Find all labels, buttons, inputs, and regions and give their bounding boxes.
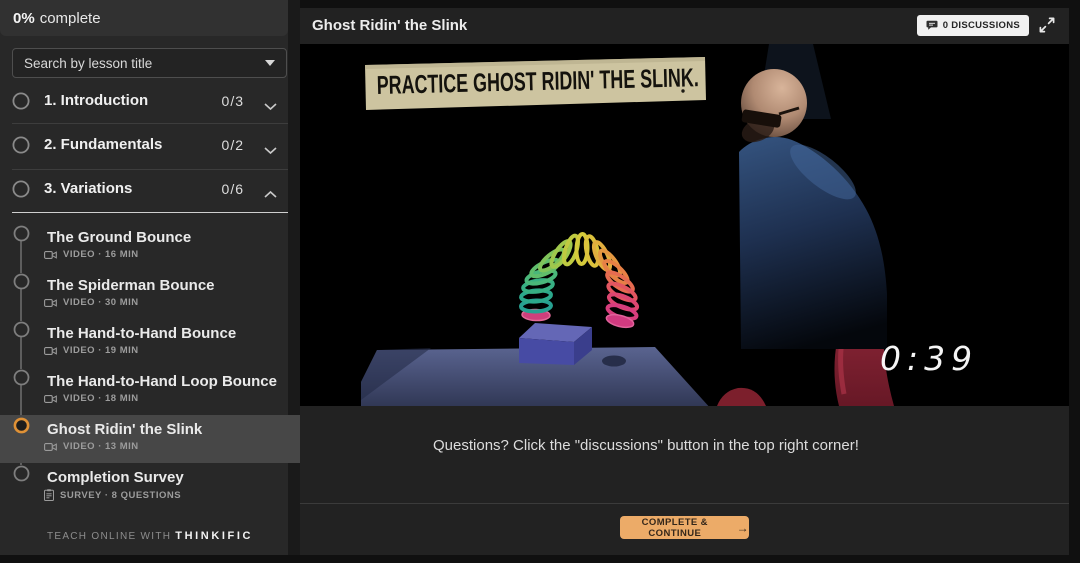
course-player-page: 0% complete Search by lesson title 1. In…	[0, 0, 1080, 563]
video-camera-icon	[44, 298, 57, 308]
section-count: 0/2	[222, 137, 244, 153]
brand-prefix: TEACH ONLINE WITH	[47, 531, 171, 542]
video-camera-icon	[44, 394, 57, 404]
section-label: 1. Introduction	[44, 92, 148, 109]
progress-circle-icon	[12, 180, 30, 203]
lesson-item-hand-to-hand-loop-bounce[interactable]: The Hand-to-Hand Loop Bounce VIDEO · 18 …	[0, 367, 300, 415]
discussions-label: 0 DISCUSSIONS	[943, 20, 1020, 31]
lesson-content-area: Ghost Ridin' the Slink 0 DISCUSSIONS	[300, 8, 1069, 555]
lesson-title: The Ground Bounce	[47, 229, 191, 246]
slinky-shadow	[602, 356, 626, 367]
expand-icon	[1038, 16, 1056, 34]
section-label: 3. Variations	[44, 180, 132, 197]
chevron-down-icon	[263, 142, 278, 160]
lesson-meta: VIDEO · 13 MIN	[44, 441, 139, 452]
section-count: 0/3	[222, 93, 244, 109]
lesson-status-circle	[13, 465, 30, 487]
lesson-item-ghost-ridin-the-slink[interactable]: Ghost Ridin' the Slink VIDEO · 13 MIN	[0, 415, 300, 463]
progress-circle-icon	[12, 92, 30, 115]
lesson-status-circle	[13, 369, 30, 391]
lesson-item-ground-bounce[interactable]: The Ground Bounce VIDEO · 16 MIN	[0, 223, 300, 271]
discussions-button[interactable]: 0 DISCUSSIONS	[917, 15, 1029, 36]
lesson-status-circle	[13, 225, 30, 247]
blue-box	[519, 323, 592, 365]
section-count: 0/6	[222, 181, 244, 197]
lesson-item-spiderman-bounce[interactable]: The Spiderman Bounce VIDEO · 30 MIN	[0, 271, 300, 319]
lesson-item-completion-survey[interactable]: Completion Survey SURVEY · 8 QUESTIONS	[0, 463, 300, 511]
footer-divider	[300, 503, 1069, 504]
lesson-title: The Hand-to-Hand Bounce	[47, 325, 236, 342]
section-fundamentals[interactable]: 2. Fundamentals 0/2	[0, 126, 288, 166]
lesson-title: Ghost Ridin' the Slink	[47, 421, 202, 438]
section-label: 2. Fundamentals	[44, 136, 162, 153]
lesson-meta: VIDEO · 30 MIN	[44, 297, 139, 308]
thinkific-brand-link[interactable]: TEACH ONLINE WITH THINKIFIC	[0, 530, 300, 542]
lesson-status-circle	[13, 321, 30, 343]
thinkific-logo: THINKIFIC	[175, 530, 253, 542]
progress-label: complete	[40, 10, 101, 27]
lesson-status-circle-active	[13, 417, 30, 439]
complete-continue-button[interactable]: COMPLETE & CONTINUE →	[620, 516, 749, 539]
section-introduction[interactable]: 1. Introduction 0/3	[0, 82, 288, 122]
chevron-up-icon	[263, 186, 278, 204]
lesson-title: The Hand-to-Hand Loop Bounce	[47, 373, 277, 390]
chat-bubble-icon	[926, 20, 938, 31]
video-letterbox: PRACTICE GHOST RIDIN' THE SLINK. 0:39	[300, 44, 1069, 406]
video-camera-icon	[44, 442, 57, 452]
chevron-down-icon	[263, 98, 278, 116]
progress-circle-icon	[12, 136, 30, 159]
lesson-meta: SURVEY · 8 QUESTIONS	[44, 489, 181, 501]
progress-header: 0% complete	[0, 0, 288, 36]
video-timer: 0:39	[880, 339, 978, 378]
survey-icon	[44, 489, 54, 501]
section-variations[interactable]: 3. Variations 0/6	[0, 170, 288, 210]
course-sidebar: 0% complete Search by lesson title 1. In…	[0, 0, 300, 555]
divider	[12, 123, 288, 124]
video-camera-icon	[44, 250, 57, 260]
lesson-note-text: Questions? Click the "discussions" butto…	[433, 437, 859, 454]
lesson-meta: VIDEO · 18 MIN	[44, 393, 139, 404]
chevron-down-icon	[265, 60, 275, 66]
lesson-title: The Spiderman Bounce	[47, 277, 215, 294]
fullscreen-button[interactable]	[1038, 16, 1056, 37]
search-placeholder: Search by lesson title	[24, 56, 152, 71]
lesson-item-hand-to-hand-bounce[interactable]: The Hand-to-Hand Bounce VIDEO · 19 MIN	[0, 319, 300, 367]
video-camera-icon	[44, 346, 57, 356]
arrow-right-icon: →	[737, 522, 749, 534]
lesson-status-circle	[13, 273, 30, 295]
lesson-meta: VIDEO · 16 MIN	[44, 249, 139, 260]
video-player[interactable]: PRACTICE GHOST RIDIN' THE SLINK. 0:39	[361, 44, 1008, 406]
complete-continue-label: COMPLETE & CONTINUE	[620, 517, 730, 539]
progress-percent: 0%	[13, 10, 35, 27]
lesson-search-dropdown[interactable]: Search by lesson title	[12, 48, 287, 78]
lesson-title: Completion Survey	[47, 469, 184, 486]
lesson-meta: VIDEO · 19 MIN	[44, 345, 139, 356]
lesson-page-title: Ghost Ridin' the Slink	[312, 17, 467, 34]
section-underline	[12, 212, 288, 213]
